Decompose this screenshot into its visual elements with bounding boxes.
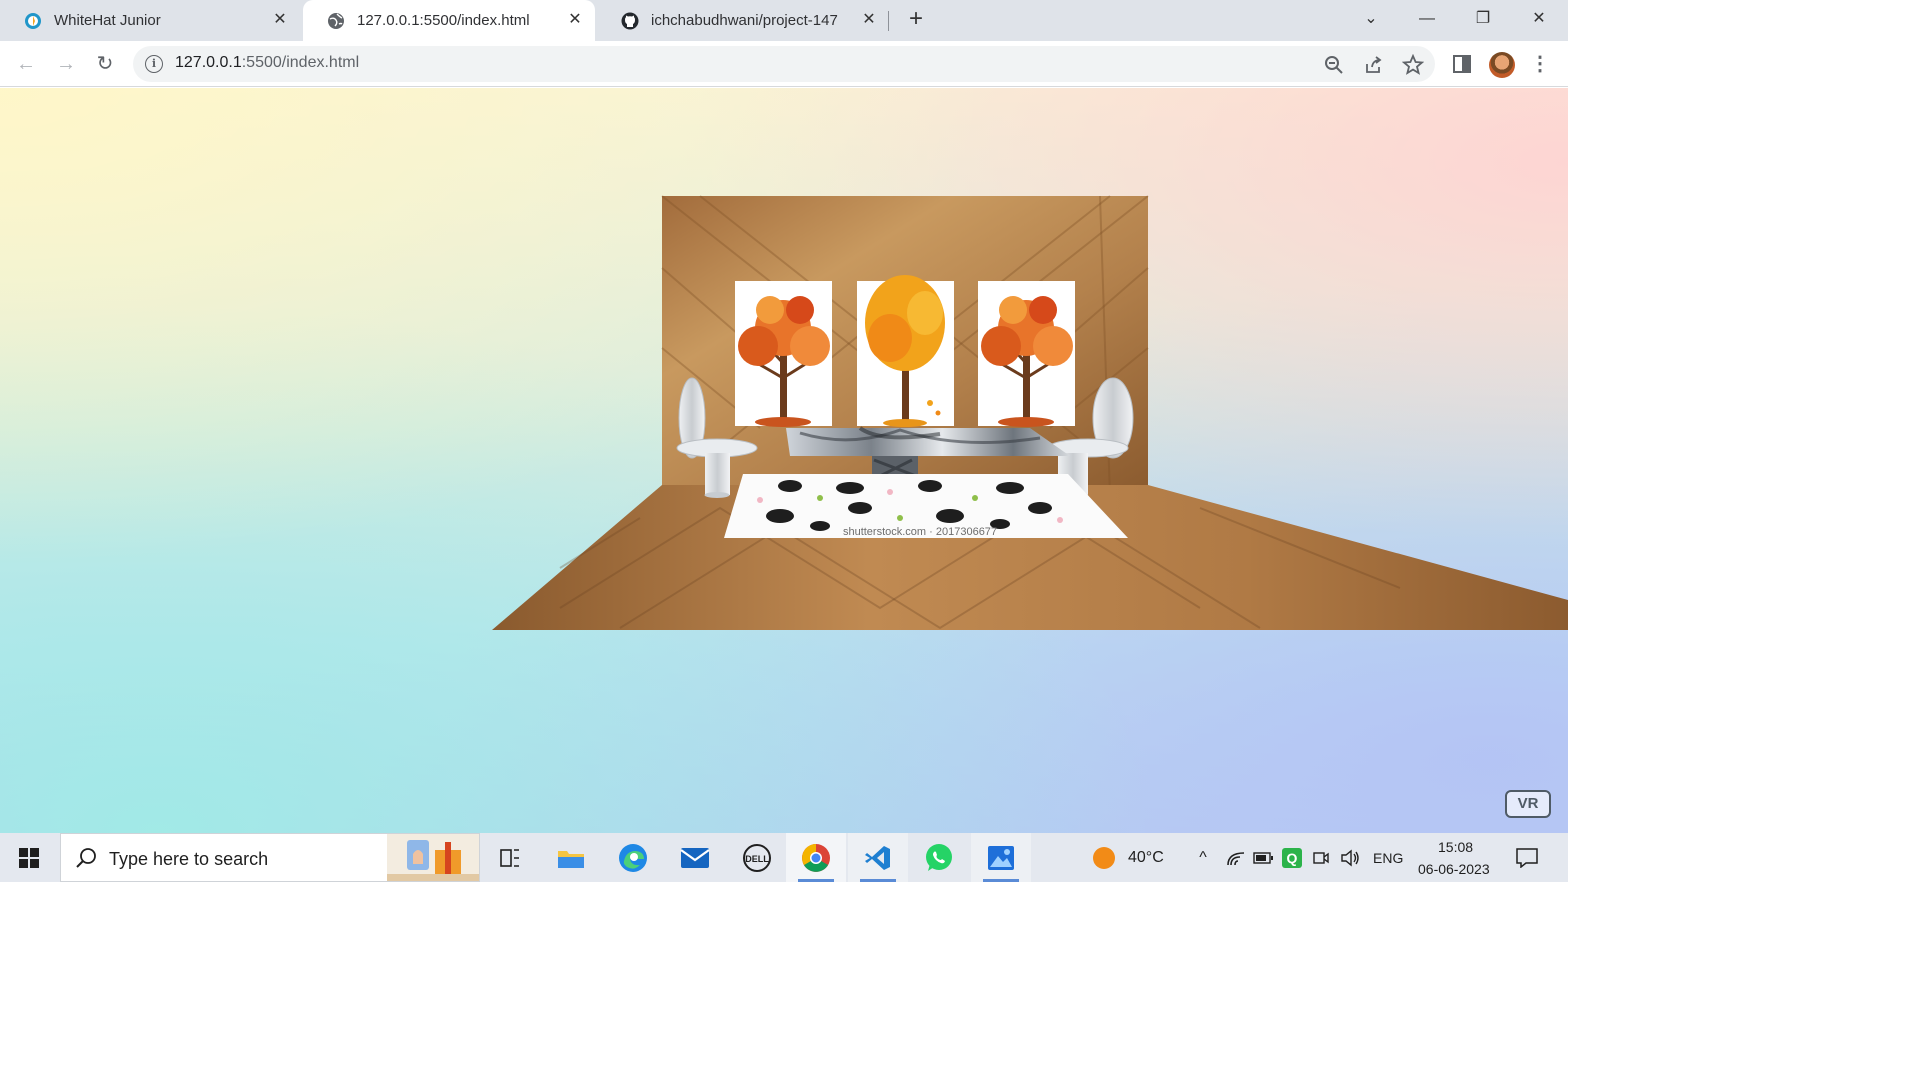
3d-room-scene: shutterstock.com · 2017306677 xyxy=(492,195,1568,630)
clock-time[interactable]: 15:08 xyxy=(1438,839,1473,855)
github-icon xyxy=(621,12,639,29)
input-language[interactable]: ENG xyxy=(1373,850,1403,866)
profile-avatar[interactable] xyxy=(1489,52,1515,78)
windows-taskbar: Type here to search DELL 40°C ^ Q ENG 15… xyxy=(0,833,1568,882)
reload-icon[interactable]: ↻ xyxy=(92,51,118,77)
side-panel-icon[interactable] xyxy=(1451,53,1473,75)
vscode-icon[interactable] xyxy=(855,833,901,882)
search-icon xyxy=(76,848,96,868)
minimize-button[interactable]: — xyxy=(1412,6,1442,32)
tab-title: ichchabudhwani/project-147 xyxy=(651,12,838,29)
chrome-icon[interactable] xyxy=(793,833,839,882)
restore-button[interactable]: ❐ xyxy=(1468,6,1498,32)
taskbar-search-box[interactable]: Type here to search xyxy=(60,833,480,882)
search-highlight-image[interactable] xyxy=(387,834,479,881)
url-path: :5500/index.html xyxy=(241,54,360,71)
browser-tab-strip: WhiteHat Junior ✕ 127.0.0.1:5500/index.h… xyxy=(0,0,1568,41)
weather-icon[interactable] xyxy=(1089,833,1119,882)
close-icon[interactable]: ✕ xyxy=(567,12,583,28)
url-host: 127.0.0.1 xyxy=(175,54,242,71)
start-button[interactable] xyxy=(0,833,58,882)
aframe-scene-viewport[interactable]: shutterstock.com · 2017306677 VR xyxy=(0,88,1568,833)
tab-separator xyxy=(888,11,889,31)
edge-browser-icon[interactable] xyxy=(610,833,656,882)
painting-left xyxy=(735,281,832,427)
wifi-icon[interactable] xyxy=(1224,833,1248,882)
mail-icon[interactable] xyxy=(672,833,718,882)
close-icon[interactable]: ✕ xyxy=(272,12,288,28)
tab-title: 127.0.0.1:5500/index.html xyxy=(357,12,530,29)
browser-toolbar: ← → ↻ i 127.0.0.1:5500/index.html ⋮ xyxy=(0,41,1568,87)
rug-watermark: shutterstock.com · 2017306677 xyxy=(843,526,997,538)
battery-icon[interactable] xyxy=(1251,833,1275,882)
tab-index-html[interactable]: 127.0.0.1:5500/index.html ✕ xyxy=(303,0,595,41)
url-text[interactable]: 127.0.0.1:5500/index.html xyxy=(175,54,359,72)
tab-github-project[interactable]: ichchabudhwani/project-147 ✕ xyxy=(597,0,889,41)
close-window-button[interactable]: ✕ xyxy=(1524,6,1554,32)
dell-icon[interactable]: DELL xyxy=(734,833,780,882)
meet-now-icon[interactable] xyxy=(1309,833,1333,882)
clock-date[interactable]: 06-06-2023 xyxy=(1418,861,1490,877)
svg-text:Q: Q xyxy=(1287,850,1298,866)
volume-icon[interactable] xyxy=(1338,833,1362,882)
address-bar[interactable]: i 127.0.0.1:5500/index.html xyxy=(133,46,1435,82)
tab-search-chevron-icon[interactable]: ⌄ xyxy=(1356,6,1386,32)
chevron-up-icon[interactable]: ^ xyxy=(1192,833,1214,882)
tab-title: WhiteHat Junior xyxy=(54,12,161,29)
weather-temp[interactable]: 40°C xyxy=(1128,849,1164,867)
site-info-icon[interactable]: i xyxy=(145,55,163,73)
menu-kebab-icon[interactable]: ⋮ xyxy=(1527,51,1553,77)
file-explorer-icon[interactable] xyxy=(548,833,594,882)
task-view-icon[interactable] xyxy=(490,833,530,882)
new-tab-button[interactable]: + xyxy=(904,7,928,32)
forward-arrow-icon[interactable]: → xyxy=(53,51,79,77)
whatsapp-icon[interactable] xyxy=(916,833,962,882)
back-arrow-icon[interactable]: ← xyxy=(13,51,39,77)
share-icon[interactable] xyxy=(1363,54,1385,76)
quick-heal-icon[interactable]: Q xyxy=(1280,833,1304,882)
globe-icon xyxy=(328,12,344,29)
painting-center xyxy=(857,275,954,427)
painting-right xyxy=(978,281,1075,427)
vr-mode-button[interactable]: VR xyxy=(1505,790,1551,818)
notifications-icon[interactable] xyxy=(1510,833,1544,882)
close-icon[interactable]: ✕ xyxy=(861,12,877,28)
zoom-out-icon[interactable] xyxy=(1323,54,1345,76)
bookmark-star-icon[interactable] xyxy=(1402,54,1424,76)
svg-text:DELL: DELL xyxy=(745,854,769,864)
windows-logo-icon xyxy=(19,847,39,868)
whitehat-icon xyxy=(25,12,41,29)
tab-whitehat-junior[interactable]: WhiteHat Junior ✕ xyxy=(0,0,300,41)
photos-icon[interactable] xyxy=(978,833,1024,882)
search-placeholder: Type here to search xyxy=(109,849,269,869)
